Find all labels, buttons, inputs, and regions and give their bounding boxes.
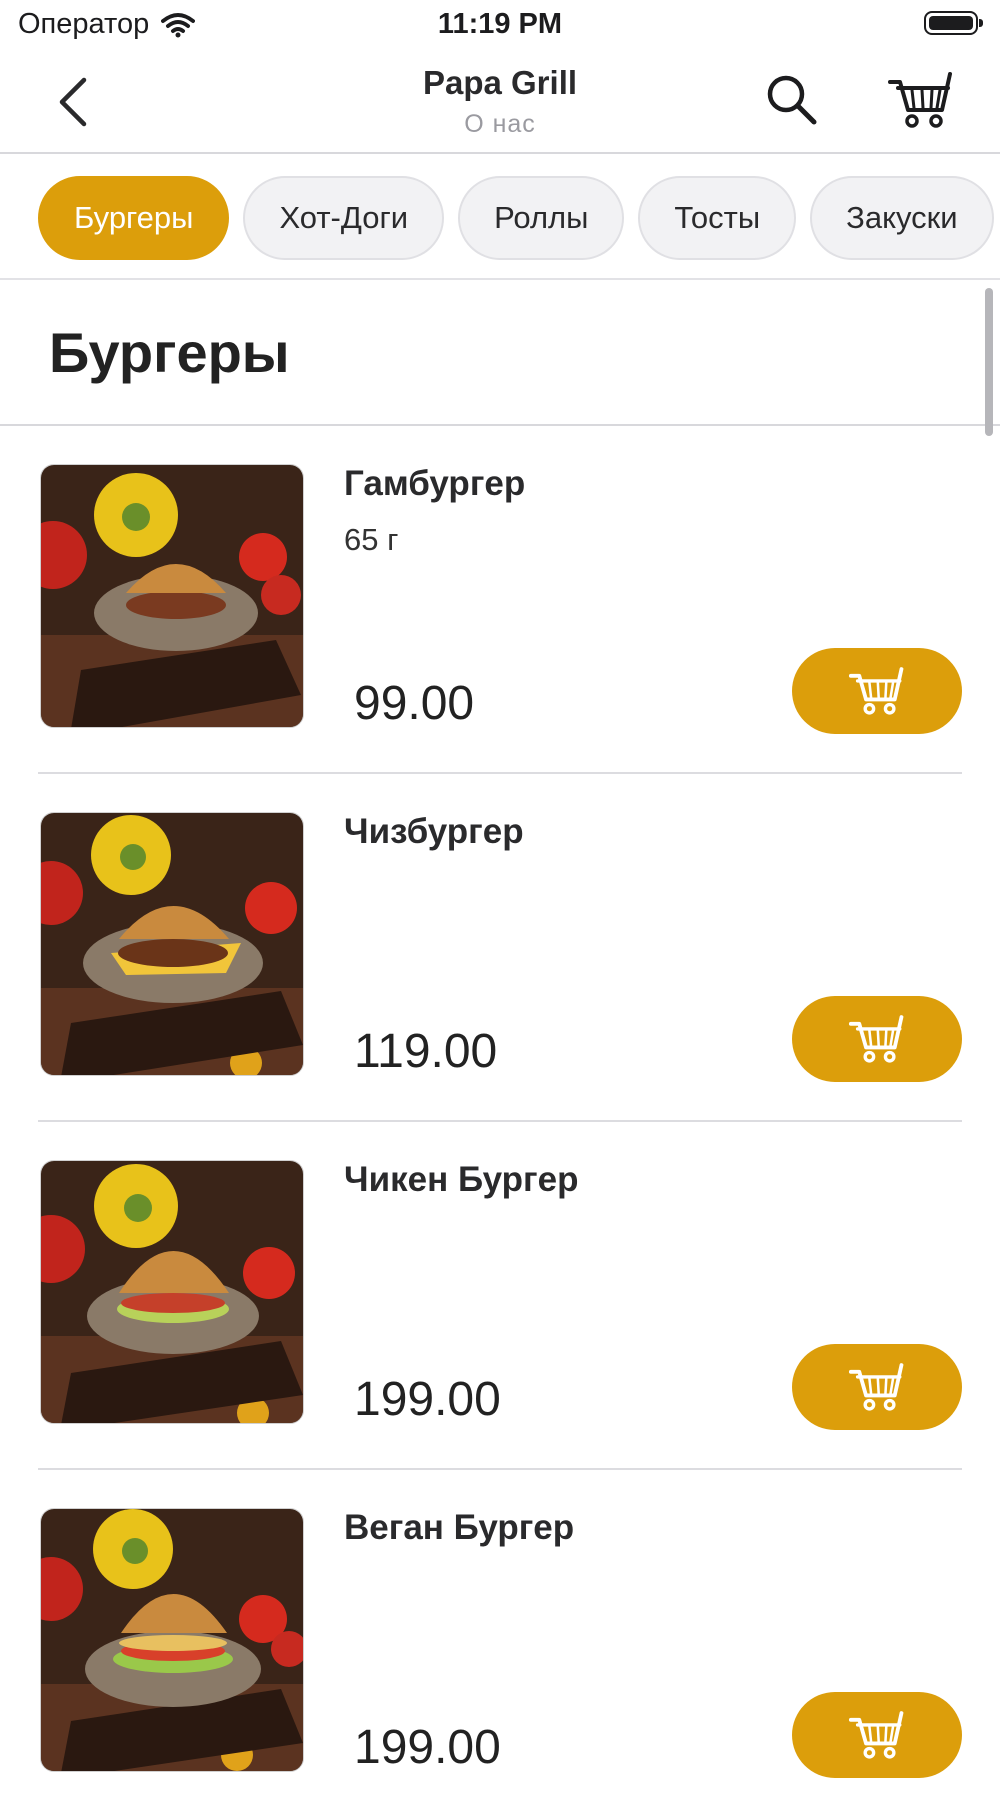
category-chips: Бургеры Хот-Доги Роллы Тосты Закуски	[38, 176, 994, 260]
product-price: 199.00	[354, 1373, 501, 1426]
navigation-bar: Papa Grill О нас	[0, 52, 1000, 154]
search-button[interactable]	[762, 70, 824, 132]
product-row[interactable]: Чикен Бургер 199.00	[0, 1122, 1000, 1470]
category-chip-snacks[interactable]: Закуски	[810, 176, 994, 260]
cart-icon	[848, 1711, 904, 1759]
scrollbar[interactable]	[985, 288, 993, 436]
add-to-cart-button[interactable]	[792, 1692, 962, 1778]
product-image	[40, 464, 304, 728]
product-image	[40, 1508, 304, 1772]
add-to-cart-button[interactable]	[792, 996, 962, 1082]
cart-icon	[848, 1363, 904, 1411]
cart-button[interactable]	[886, 68, 956, 132]
search-icon	[767, 75, 817, 125]
section-header: Бургеры	[0, 280, 1000, 426]
about-link[interactable]: О нас	[0, 110, 1000, 139]
category-chip-rolls[interactable]: Роллы	[458, 176, 625, 260]
product-row[interactable]: Чизбургер 119.00	[0, 774, 1000, 1122]
cart-icon	[848, 1015, 904, 1063]
category-chip-burgers[interactable]: Бургеры	[38, 176, 230, 260]
category-chip-hotdogs[interactable]: Хот-Доги	[243, 176, 445, 260]
product-row[interactable]: Гамбургер 65 г 99.00	[0, 426, 1000, 774]
product-price: 99.00	[354, 677, 475, 730]
status-time: 11:19 PM	[437, 8, 563, 40]
status-bar: Оператор 11:19 PM	[0, 0, 1000, 52]
section-title: Бургеры	[49, 321, 290, 384]
cart-icon	[888, 72, 952, 128]
page-title: Papa Grill	[422, 64, 578, 101]
product-name: Чизбургер	[344, 812, 524, 851]
add-to-cart-button[interactable]	[792, 648, 962, 734]
product-price: 119.00	[354, 1025, 498, 1078]
product-image	[40, 812, 304, 1076]
product-name: Веган Бургер	[344, 1508, 575, 1547]
product-row[interactable]: Веган Бургер 199.00	[0, 1470, 1000, 1818]
cart-icon	[848, 667, 904, 715]
category-chip-toasts[interactable]: Тосты	[638, 176, 797, 260]
add-to-cart-button[interactable]	[792, 1344, 962, 1430]
product-name: Чикен Бургер	[344, 1160, 579, 1199]
category-bar: Бургеры Хот-Доги Роллы Тосты Закуски	[0, 154, 1000, 280]
product-image	[40, 1160, 304, 1424]
product-weight: 65 г	[344, 522, 399, 557]
product-list: Гамбургер 65 г 99.00 Чизбургер 119.00 Чи…	[0, 426, 1000, 1818]
product-price: 199.00	[354, 1721, 501, 1774]
battery-icon	[924, 11, 983, 35]
product-name: Гамбургер	[344, 464, 526, 503]
